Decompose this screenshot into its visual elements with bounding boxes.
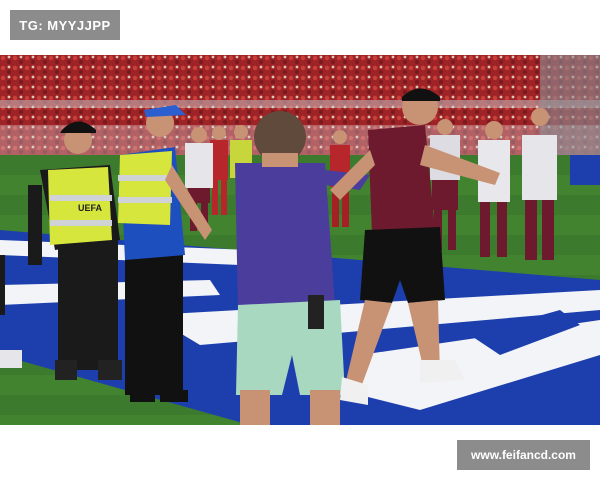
stadium-photo: UEFA [0, 55, 600, 425]
top-left-tag-label: TG: MYYJJPP [10, 10, 120, 40]
watermark-url-label: www.feifancd.com [457, 440, 590, 470]
vest-text: UEFA [78, 203, 103, 213]
